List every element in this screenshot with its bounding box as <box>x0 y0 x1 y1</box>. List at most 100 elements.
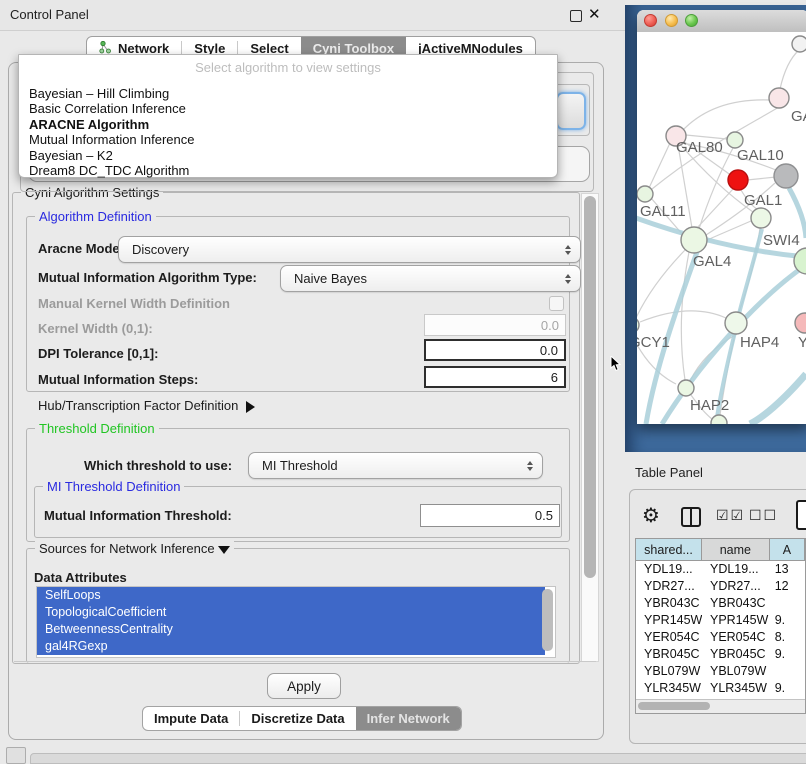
attribute-item[interactable]: SelfLoops <box>37 587 545 604</box>
mi-steps-field[interactable]: 6 <box>424 366 566 388</box>
manual-kernel-label: Manual Kernel Width Definition <box>38 296 230 311</box>
network-edge <box>699 148 733 229</box>
dpi-tolerance-label: DPI Tolerance [0,1]: <box>38 346 158 361</box>
network-node[interactable] <box>725 312 747 334</box>
close-traffic-light[interactable] <box>644 14 657 27</box>
algorithm-option[interactable]: Dream8 DC_TDC Algorithm <box>19 163 557 178</box>
mi-type-combobox[interactable]: Naive Bayes <box>280 265 581 292</box>
network-canvas[interactable]: GALGAL80GAL10GAL1SWI4GAL11GAL4GCY1HAP4YH… <box>637 32 806 424</box>
dpi-tolerance-field[interactable]: 0.0 <box>424 339 566 361</box>
network-node[interactable] <box>681 227 707 253</box>
network-view-window[interactable]: GALGAL80GAL10GAL1SWI4GAL11GAL4GCY1HAP4YH… <box>637 10 806 424</box>
mouse-cursor <box>610 356 622 377</box>
network-node[interactable] <box>795 313 806 333</box>
table-cell: YDR27... <box>702 578 770 595</box>
spinner-arrows-icon <box>565 245 571 255</box>
table-hscrollbar-thumb[interactable] <box>638 702 710 710</box>
clear-checkboxes-icon[interactable]: ☐☐ <box>749 507 778 524</box>
document-icon[interactable] <box>796 500 806 530</box>
minimize-traffic-light[interactable] <box>665 14 678 27</box>
node-label: GAL80 <box>676 139 723 156</box>
network-node[interactable] <box>774 164 798 188</box>
float-window-icon[interactable] <box>570 10 582 22</box>
algorithm-dropdown-list: Bayesian – Hill ClimbingBasic Correlatio… <box>19 86 557 178</box>
attribute-item[interactable]: gal4RGexp <box>37 638 545 655</box>
bottom-scrollbar[interactable] <box>30 753 806 764</box>
node-label: HAP4 <box>740 334 779 351</box>
table-row[interactable]: YPR145WYPR145W9. <box>636 612 805 629</box>
column-header[interactable]: name <box>702 539 770 560</box>
table-row[interactable]: YER054CYER054C8. <box>636 629 805 646</box>
gear-icon[interactable]: ⚙ <box>642 503 660 528</box>
settings-scrollbar-thumb[interactable] <box>584 196 596 578</box>
algorithm-option[interactable]: ARACNE Algorithm <box>19 117 557 132</box>
table-cell: YDR27... <box>636 578 702 595</box>
algorithm-option[interactable]: Mutual Information Inference <box>19 132 557 147</box>
node-table[interactable]: shared...nameA YDL19...YDL19...13YDR27..… <box>635 538 806 714</box>
node-label: GAL4 <box>693 253 731 270</box>
attribute-item[interactable]: BetweennessCentrality <box>37 621 545 638</box>
node-label: HAP2 <box>690 397 729 414</box>
viewport-divider <box>14 661 596 662</box>
kernel-width-label: Kernel Width (0,1): <box>38 321 153 336</box>
aracne-mode-combobox[interactable]: Discovery <box>118 236 581 263</box>
column-header[interactable]: shared... <box>636 539 702 560</box>
network-edge <box>684 100 770 129</box>
algorithm-option[interactable]: Bayesian – Hill Climbing <box>19 86 557 101</box>
table-cell: YPR145W <box>702 612 770 629</box>
table-hscrollbar[interactable] <box>636 699 805 713</box>
tab-infer-network[interactable]: Infer Network <box>356 707 461 730</box>
network-node[interactable] <box>637 186 653 202</box>
column-header[interactable]: A <box>770 539 805 560</box>
table-cell <box>770 595 805 612</box>
table-row[interactable]: YDR27...YDR27...12 <box>636 578 805 595</box>
network-edge <box>747 177 776 180</box>
sources-group-title[interactable]: Sources for Network Inference <box>35 541 234 556</box>
tab-discretize-data[interactable]: Discretize Data <box>240 707 355 730</box>
attribute-item[interactable]: TopologicalCoefficient <box>37 604 545 621</box>
network-node[interactable] <box>727 132 743 148</box>
hub-definition-toggle[interactable]: Hub/Transcription Factor Definition <box>38 398 255 413</box>
network-node[interactable] <box>678 380 694 396</box>
kernel-width-field[interactable]: 0.0 <box>424 314 566 336</box>
table-cell: YBR043C <box>702 595 770 612</box>
control-panel-title: Control Panel <box>10 7 89 22</box>
table-row[interactable]: YDL19...YDL19...13 <box>636 561 805 578</box>
list-scrollbar[interactable] <box>542 589 553 651</box>
tab-impute-data[interactable]: Impute Data <box>143 707 239 730</box>
select-all-checkboxes-icon[interactable]: ☑☑ <box>716 507 745 524</box>
table-cell: YDL19... <box>636 561 702 578</box>
network-node[interactable] <box>751 208 771 228</box>
manual-kernel-checkbox[interactable] <box>549 296 564 311</box>
close-icon[interactable]: ✕ <box>588 5 601 23</box>
aracne-mode-value: Discovery <box>132 242 189 257</box>
table-header-row: shared...nameA <box>636 539 805 561</box>
table-cell: YER054C <box>702 629 770 646</box>
collapse-arrow-icon <box>218 546 230 554</box>
network-node[interactable] <box>792 36 806 52</box>
network-node[interactable] <box>769 88 789 108</box>
apply-button[interactable]: Apply <box>267 673 341 699</box>
data-attributes-list[interactable]: SelfLoopsTopologicalCoefficientBetweenne… <box>36 586 556 658</box>
network-window-titlebar[interactable] <box>637 10 806 33</box>
table-row[interactable]: YBR045CYBR045C9. <box>636 646 805 663</box>
columns-icon[interactable] <box>681 507 701 527</box>
bottom-left-button[interactable] <box>6 747 26 764</box>
zoom-traffic-light[interactable] <box>685 14 698 27</box>
spinner-arrows-icon <box>565 274 571 284</box>
table-row[interactable]: YLR345WYLR345W9. <box>636 680 805 697</box>
algorithm-option[interactable]: Basic Correlation Inference <box>19 101 557 116</box>
table-row[interactable]: YBL079WYBL079W <box>636 663 805 680</box>
which-threshold-combobox[interactable]: MI Threshold <box>248 452 543 479</box>
node-label: Y <box>798 334 806 351</box>
network-node[interactable] <box>728 170 748 190</box>
network-node[interactable] <box>637 317 639 333</box>
focused-help-button[interactable] <box>556 92 586 130</box>
algorithm-option[interactable]: Bayesian – K2 <box>19 148 557 163</box>
network-node[interactable] <box>711 415 727 424</box>
mi-steps-label: Mutual Information Steps: <box>38 372 198 387</box>
data-attributes-label: Data Attributes <box>34 570 127 585</box>
network-edge <box>697 189 733 228</box>
table-row[interactable]: YBR043CYBR043C <box>636 595 805 612</box>
mi-threshold-field[interactable]: 0.5 <box>420 504 560 527</box>
